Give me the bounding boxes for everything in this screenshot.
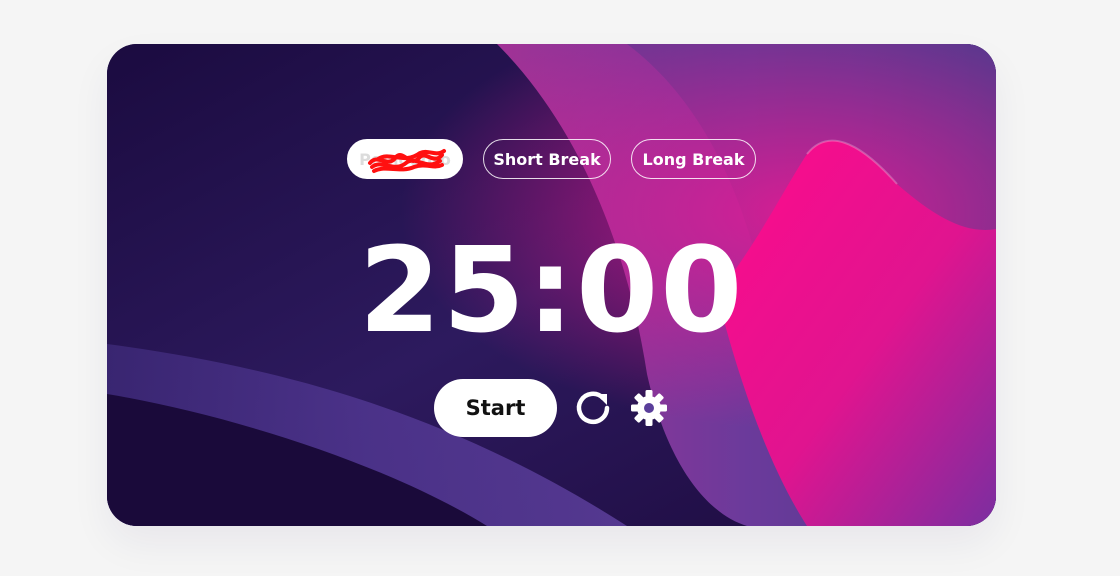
mode-tabs: Pomodoro Short Break Long Break bbox=[107, 139, 996, 179]
reset-icon bbox=[576, 391, 610, 425]
timer-controls: Start bbox=[107, 379, 996, 437]
pomodoro-card: Pomodoro Short Break Long Break 25:00 St… bbox=[107, 44, 996, 526]
gear-icon bbox=[631, 390, 667, 426]
timer-display: 25:00 bbox=[358, 221, 745, 359]
start-button[interactable]: Start bbox=[434, 379, 557, 437]
redaction-scribble bbox=[368, 149, 446, 173]
settings-button[interactable] bbox=[629, 388, 669, 428]
tab-long-break[interactable]: Long Break bbox=[631, 139, 756, 179]
tab-pomodoro[interactable]: Pomodoro bbox=[347, 139, 463, 179]
reset-button[interactable] bbox=[573, 388, 613, 428]
tab-short-break[interactable]: Short Break bbox=[483, 139, 611, 179]
